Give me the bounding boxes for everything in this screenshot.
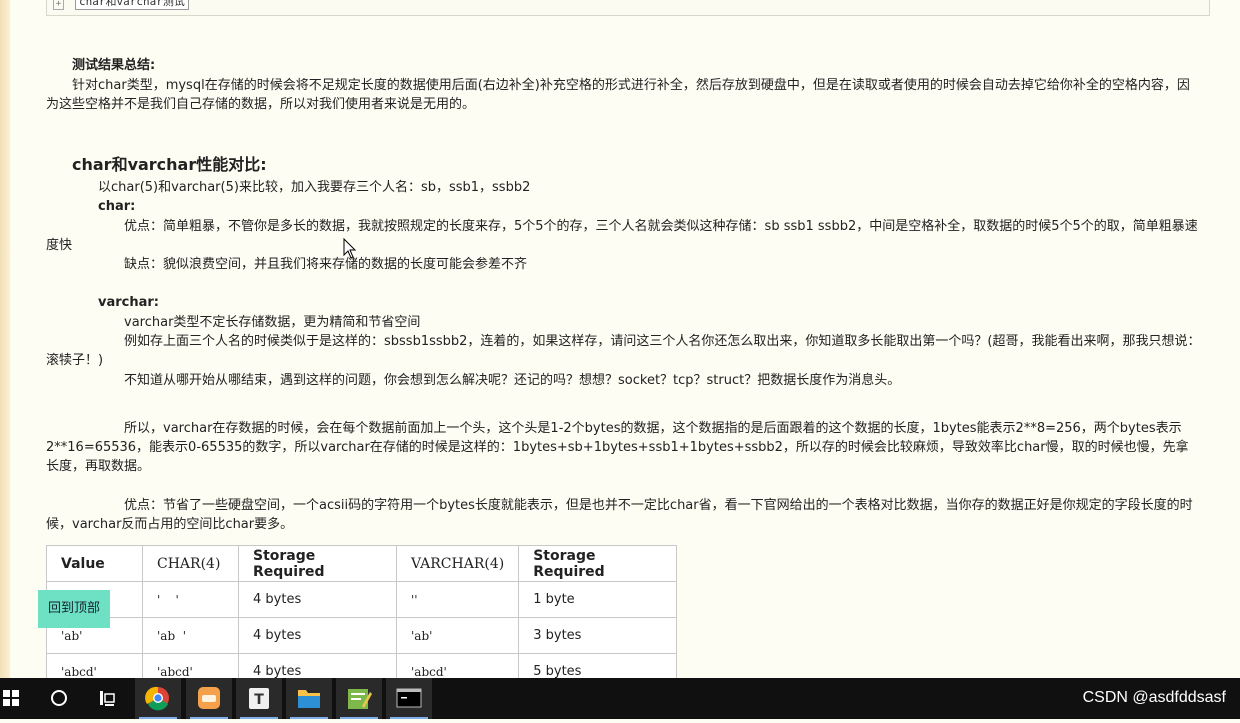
char-pro-line-1: 优点：简单粗暴，不管你是多长的数据，我就按照规定的长度来存，5个5个的存，三个人… — [124, 219, 1198, 234]
taskbar-app-orange[interactable] — [186, 678, 232, 719]
start-icon — [3, 690, 19, 706]
left-border-strip — [0, 0, 10, 678]
expand-plus-icon[interactable]: + — [53, 0, 64, 10]
adv-line-1: 优点：节省了一些硬盘空间，一个acsii码的字符用一个bytes长度就能表示，但… — [124, 498, 1193, 513]
th-varchar4: VARCHAR(4) — [395, 545, 520, 582]
file-explorer-icon — [298, 690, 320, 708]
taskbar-file-explorer[interactable] — [286, 678, 332, 719]
varchar-line-3: 不知道从哪开始从哪结束，遇到这样的问题，你会想到怎么解决呢？还记的吗？想想？so… — [124, 373, 901, 388]
perf-heading: char和varchar性能对比: — [72, 155, 267, 174]
typora-icon: T — [249, 688, 269, 709]
varchar-label: varchar: — [98, 295, 160, 310]
csdn-watermark: CSDN @asdfddsasf — [1082, 689, 1226, 706]
cortana-button[interactable] — [36, 678, 82, 719]
char-con: 缺点：貌似浪费空间，并且我们将来存储的数据的长度可能会参差不齐 — [124, 257, 528, 272]
summary-line-2: 为这些空格并不是我们自己存储的数据，所以对我们使用者来说是无用的。 — [46, 97, 476, 112]
cell-storage-char: 4 bytes — [238, 581, 397, 618]
task-view-icon — [100, 691, 115, 706]
terminal-icon — [396, 688, 422, 708]
chrome-icon — [145, 686, 169, 711]
cell-varchar4: 'ab' — [395, 617, 520, 654]
cell-storage-varchar: 3 bytes — [518, 617, 678, 654]
windows-taskbar: T — [0, 678, 1240, 719]
taskbar-terminal[interactable] — [386, 678, 432, 719]
cortana-icon — [51, 690, 67, 706]
storage-comparison-table: Value CHAR(4) Storage Required VARCHAR(4… — [46, 545, 678, 690]
task-view-button[interactable] — [84, 678, 130, 719]
th-char4: CHAR(4) — [142, 545, 239, 582]
char-label: char: — [98, 199, 136, 214]
so-line-3: 长度，再取数据。 — [46, 459, 151, 474]
varchar-line-2a: 例如存上面三个人名的时候类似于是这样的：sbssb1ssbb2，连着的，如果这样… — [124, 334, 1201, 349]
mouse-cursor-icon — [343, 238, 357, 259]
so-line-1: 所以，varchar在存数据的时候，会在每个数据前面加上一个头，这个头是1-2个… — [124, 421, 1182, 436]
svg-text:T: T — [254, 692, 264, 708]
table-row: 'ab' 'ab ' 4 bytes 'ab' 3 bytes — [46, 617, 678, 654]
perf-intro: 以char(5)和varchar(5)来比较，加入我要存三个人名：sb，ssb1… — [98, 180, 531, 195]
code-block-collapsed[interactable]: + char和varchar测试 — [46, 0, 1210, 16]
cell-varchar4: '' — [395, 581, 520, 618]
table-header-row: Value CHAR(4) Storage Required VARCHAR(4… — [46, 545, 678, 582]
taskbar-chrome[interactable] — [135, 678, 181, 719]
code-block-label: char和varchar测试 — [75, 0, 189, 10]
table-row: '' ' ' 4 bytes '' 1 byte — [46, 581, 678, 618]
taskbar-notepad[interactable] — [336, 678, 382, 719]
cell-storage-char: 4 bytes — [238, 617, 397, 654]
varchar-line-2b: 滚犊子！) — [46, 353, 104, 368]
th-value: Value — [46, 545, 143, 582]
cell-char4: 'ab ' — [142, 617, 239, 654]
adv-line-2: 候，varchar反而占用的空间比char要多。 — [46, 517, 294, 532]
notepad-icon — [348, 689, 372, 709]
summary-line-1: 针对char类型，mysql在存储的时候会将不足规定长度的数据使用后面(右边补全… — [72, 78, 1190, 93]
varchar-line-1: varchar类型不定长存储数据，更为精简和节省空间 — [124, 315, 421, 330]
taskbar-typora[interactable]: T — [236, 678, 282, 719]
th-storage-varchar: Storage Required — [518, 545, 678, 582]
back-to-top-button[interactable]: 回到顶部 — [38, 590, 110, 628]
so-line-2: 2**16=65536，能表示0-65535的数字，所以varchar在存储的时… — [46, 440, 1189, 455]
cell-char4: ' ' — [142, 581, 239, 618]
article-page: + char和varchar测试 测试结果总结: 针对char类型，mysql在… — [10, 0, 1240, 690]
summary-title: 测试结果总结: — [72, 58, 156, 73]
app-orange-icon — [198, 687, 220, 709]
cell-storage-varchar: 1 byte — [518, 581, 678, 618]
char-pro-line-2: 度快 — [46, 238, 73, 253]
th-storage-char: Storage Required — [238, 545, 397, 582]
